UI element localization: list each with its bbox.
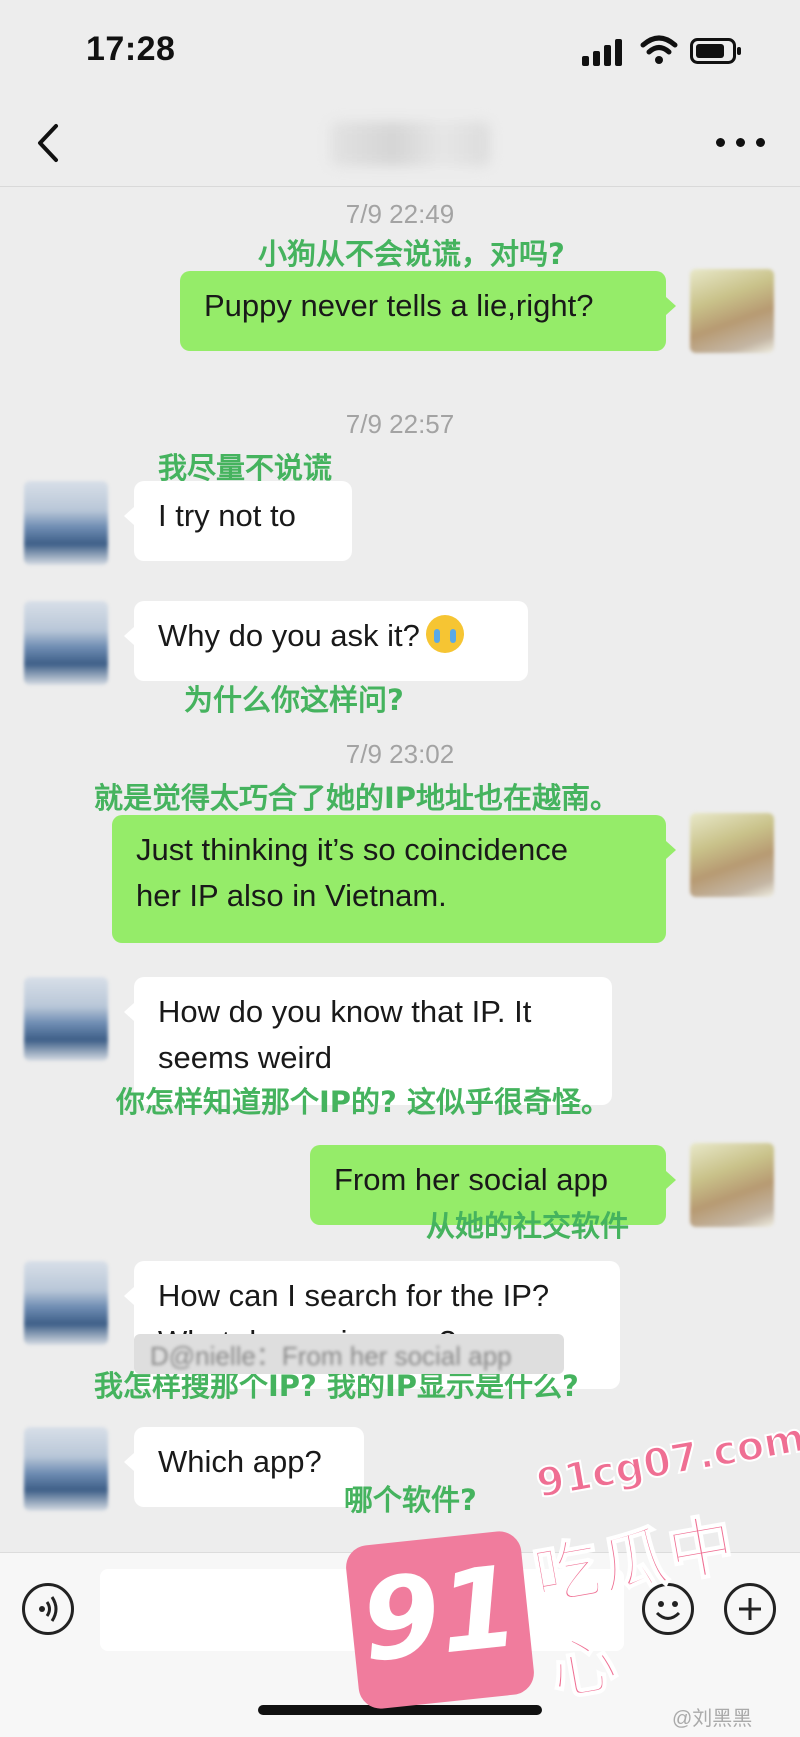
message-text-line: her IP also in Vietnam. (136, 878, 447, 913)
status-time: 17:28 (86, 30, 176, 68)
wifi-icon (640, 35, 678, 64)
translation-caption: 哪个软件? (344, 1483, 477, 1517)
my-avatar[interactable] (690, 1143, 774, 1227)
voice-input-button[interactable] (22, 1583, 74, 1635)
contact-avatar[interactable] (24, 1427, 108, 1511)
message-text-line: How can I search for the IP? (158, 1278, 550, 1313)
cellular-signal-icon (582, 38, 626, 66)
translation-caption: 为什么你这样问? (184, 683, 404, 717)
message-text-line: seems weird (158, 1040, 332, 1075)
translation-caption: 就是觉得太巧合了她的IP地址也在越南。 (94, 781, 620, 815)
battery-icon (690, 38, 741, 64)
incoming-message[interactable]: Which app? (124, 1427, 364, 1507)
crying-face-emoji-icon (425, 615, 464, 653)
contact-avatar[interactable] (24, 481, 108, 565)
translation-caption: 你怎样知道那个IP的? 这似乎很奇怪。 (116, 1085, 610, 1119)
quoted-reply-preview[interactable]: D@nielle：From her social app (134, 1334, 564, 1374)
incoming-message[interactable]: I try not to (124, 481, 352, 561)
message-text: Which app? (158, 1444, 322, 1479)
quoted-reply-text: D@nielle：From her social app (150, 1341, 512, 1371)
message-timestamp: 7/9 22:57 (345, 409, 455, 439)
watermark-logo-number: 91 (355, 1541, 525, 1688)
my-avatar[interactable] (690, 813, 774, 897)
ellipsis-icon[interactable] (716, 138, 766, 150)
message-timestamp: 7/9 23:02 (345, 739, 455, 769)
outgoing-message[interactable]: Just thinking it’s so coincidence her IP… (112, 815, 676, 943)
chevron-left-icon[interactable] (28, 118, 68, 168)
message-timestamp: 7/9 22:49 (345, 199, 455, 229)
message-text: Puppy never tells a lie,right? (204, 288, 594, 323)
translation-caption: 小狗从不会说谎，对吗? (258, 237, 565, 271)
message-text: From her social app (334, 1162, 608, 1197)
message-text: I try not to (158, 498, 296, 533)
contact-avatar[interactable] (24, 601, 108, 685)
message-text-line: How do you know that IP. It (158, 994, 532, 1029)
contact-avatar[interactable] (24, 1261, 108, 1345)
contact-name-blurred (330, 122, 490, 166)
contact-avatar[interactable] (24, 977, 108, 1061)
voice-icon (39, 1596, 58, 1622)
watermark-signature: @刘黑黑 (672, 1708, 753, 1730)
translation-caption: 从她的社交软件 (426, 1209, 630, 1243)
status-bar: 17:28 (0, 0, 800, 100)
chat-header (0, 100, 800, 187)
outgoing-message[interactable]: Puppy never tells a lie,right? (180, 271, 676, 351)
message-text: Why do you ask it? (158, 618, 420, 653)
incoming-message[interactable]: Why do you ask it? (124, 601, 528, 681)
message-text-line: Just thinking it’s so coincidence (136, 832, 568, 867)
my-avatar[interactable] (690, 269, 774, 353)
